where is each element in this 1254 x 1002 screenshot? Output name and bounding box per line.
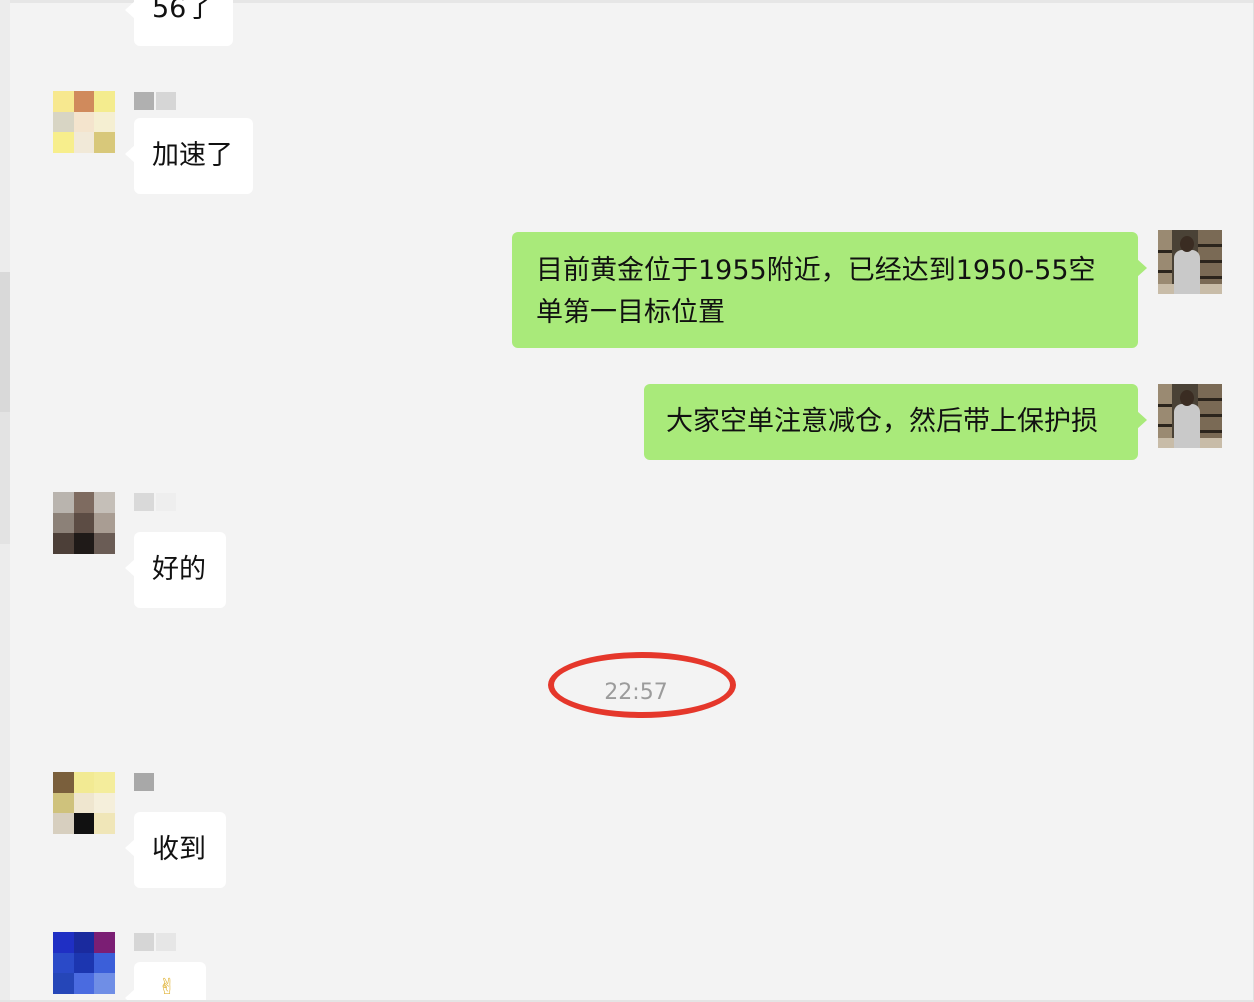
sender-name-blur xyxy=(156,933,176,951)
message-text: 收到 xyxy=(152,834,206,865)
avatar-pixel xyxy=(73,492,95,513)
message-bubble-incoming[interactable]: 收到 xyxy=(125,812,226,888)
avatar-pixel xyxy=(94,973,115,994)
message-bubble-incoming[interactable]: 56了 xyxy=(124,0,234,46)
avatar-pixel xyxy=(53,772,74,793)
avatar-pixel xyxy=(53,973,74,994)
avatar-pixel xyxy=(94,813,115,834)
avatar-pixel xyxy=(53,932,74,953)
sender-name xyxy=(134,933,176,951)
avatar-pixel xyxy=(94,111,115,133)
avatar-pixel xyxy=(73,512,95,534)
sender-name-blur xyxy=(156,92,176,110)
sender-name-blur xyxy=(134,493,154,511)
avatar-pixel xyxy=(53,792,74,814)
message-text: 好的 xyxy=(152,554,206,585)
message-bubble-incoming[interactable]: ✌ xyxy=(125,962,206,1002)
avatar-person xyxy=(1174,250,1200,294)
avatar-pixel xyxy=(53,111,74,133)
message-text: 目前黄金位于1955附近，已经达到1950-55空单第一目标位置 xyxy=(536,255,1096,328)
avatar-person-head xyxy=(1180,390,1194,406)
sender-name-blur xyxy=(134,92,154,110)
avatar-pixel xyxy=(73,111,95,133)
chat-area[interactable]: 56了 加速了 目前黄金位于1955附近，已经达到1950-55空单第一目标位置… xyxy=(0,0,1254,1002)
sender-name-blur xyxy=(156,493,176,511)
left-panel-edge-mark xyxy=(0,412,10,544)
sender-name-blur xyxy=(134,933,154,951)
message-bubble-incoming[interactable]: 好的 xyxy=(125,532,226,608)
my-avatar[interactable] xyxy=(1158,230,1222,294)
message-bubble-incoming[interactable]: 加速了 xyxy=(125,118,253,194)
avatar[interactable] xyxy=(53,492,115,554)
avatar[interactable] xyxy=(53,932,115,994)
avatar-pixel xyxy=(73,932,95,953)
avatar-pixel xyxy=(53,512,74,534)
avatar-pixel xyxy=(53,533,74,554)
avatar-pixel xyxy=(53,813,74,834)
avatar-pixel xyxy=(94,792,115,814)
avatar-pixel xyxy=(73,973,95,994)
avatar-pixel xyxy=(94,132,115,153)
message-text: 56了 xyxy=(152,0,214,24)
sender-name xyxy=(134,92,176,110)
avatar-pixel xyxy=(73,952,95,974)
avatar-pixel xyxy=(94,512,115,534)
avatar-pixel xyxy=(94,952,115,974)
avatar-pixel xyxy=(94,932,115,953)
avatar-pixel xyxy=(94,91,115,112)
avatar-pixel xyxy=(73,772,95,793)
avatar-pixel xyxy=(53,132,74,153)
avatar-pixel xyxy=(53,91,74,112)
left-panel-edge xyxy=(0,0,10,1002)
my-avatar[interactable] xyxy=(1158,384,1222,448)
avatar[interactable] xyxy=(53,91,115,153)
avatar-pixel xyxy=(53,492,74,513)
avatar-pixel xyxy=(94,492,115,513)
avatar-person xyxy=(1174,404,1200,448)
message-bubble-outgoing[interactable]: 目前黄金位于1955附近，已经达到1950-55空单第一目标位置 xyxy=(512,232,1147,348)
avatar-person-head xyxy=(1180,236,1194,252)
sender-name-blur xyxy=(134,773,154,791)
avatar-pixel xyxy=(73,132,95,153)
sender-name xyxy=(134,773,154,791)
avatar-pixel xyxy=(73,792,95,814)
left-panel-edge-mark xyxy=(0,272,10,412)
message-bubble-outgoing[interactable]: 大家空单注意减仓，然后带上保护损 xyxy=(644,384,1147,460)
avatar-pixel xyxy=(94,533,115,554)
annotation-circle xyxy=(548,652,736,718)
victory-hand-icon: ✌ xyxy=(158,975,177,1000)
sender-name xyxy=(134,493,176,511)
avatar-pixel xyxy=(73,91,95,112)
message-text: 大家空单注意减仓，然后带上保护损 xyxy=(666,406,1098,437)
avatar-pixel xyxy=(73,533,95,554)
message-text: 加速了 xyxy=(152,140,233,171)
avatar-pixel xyxy=(73,813,95,834)
avatar-pixel xyxy=(94,772,115,793)
avatar-pixel xyxy=(53,952,74,974)
avatar[interactable] xyxy=(53,772,115,834)
